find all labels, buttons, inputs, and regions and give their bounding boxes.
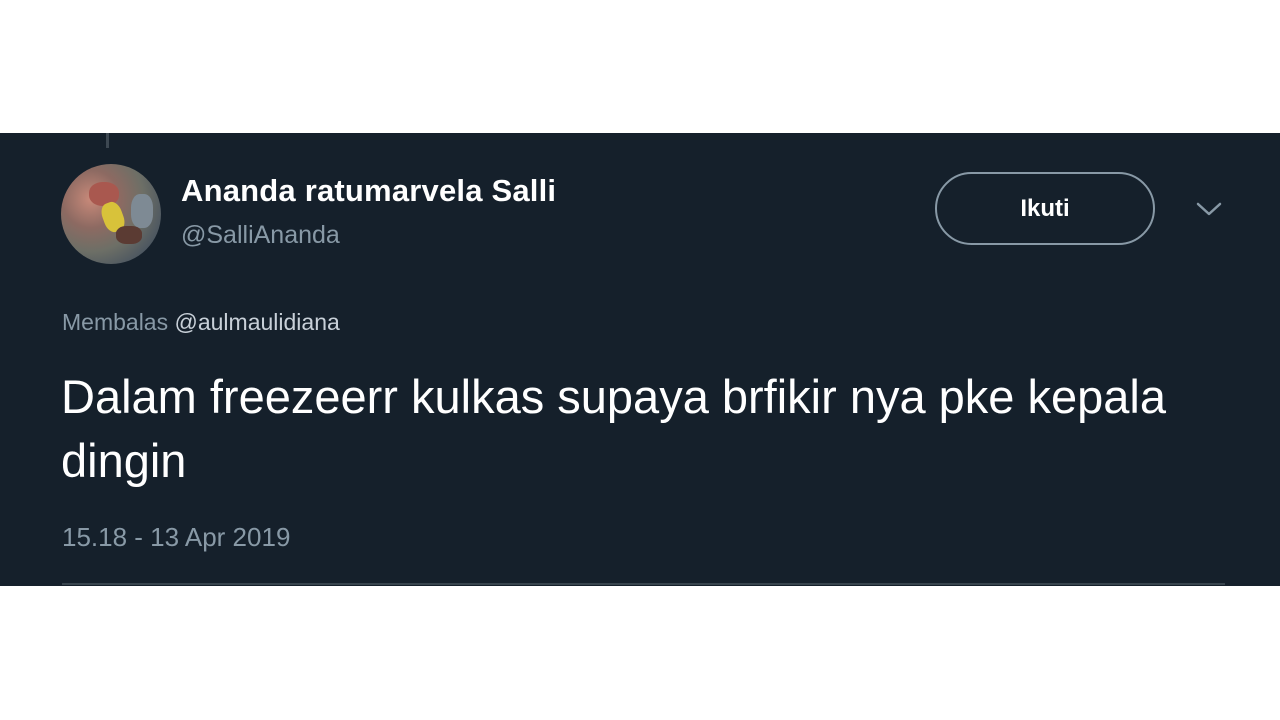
follow-button[interactable]: Ikuti xyxy=(935,172,1155,245)
reply-mention-link[interactable]: @aulmaulidiana xyxy=(175,309,340,335)
user-handle[interactable]: @SalliAnanda xyxy=(181,221,340,250)
thread-line xyxy=(106,133,109,148)
tweet-text: Dalam freezeerr kulkas supaya brfikir ny… xyxy=(61,370,1167,487)
avatar[interactable] xyxy=(61,164,161,264)
divider xyxy=(62,583,1225,585)
reply-prefix: Membalas xyxy=(62,309,169,335)
chevron-down-icon[interactable] xyxy=(1195,201,1223,217)
tweet-card: Ananda ratumarvela Salli @SalliAnanda Ik… xyxy=(0,133,1280,586)
reply-context: Membalas @aulmaulidiana xyxy=(62,309,340,336)
display-name[interactable]: Ananda ratumarvela Salli xyxy=(181,173,556,209)
tweet-timestamp[interactable]: 15.18 - 13 Apr 2019 xyxy=(62,522,290,553)
